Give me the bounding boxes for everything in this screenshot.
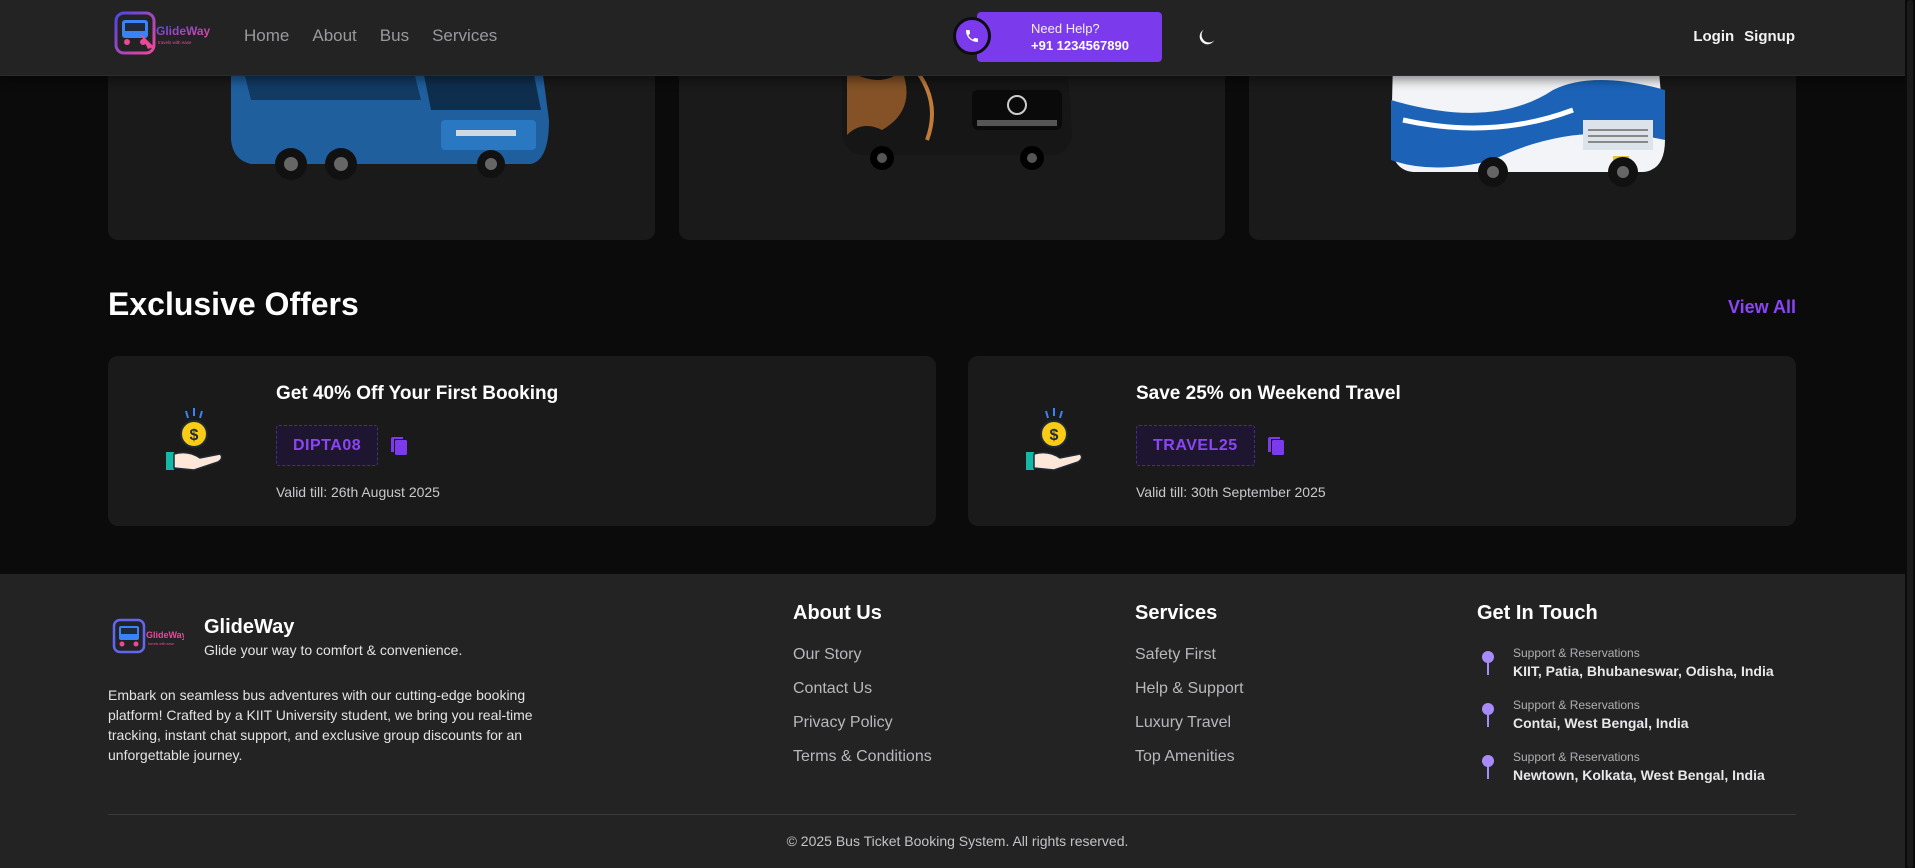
help-title: Need Help? bbox=[1031, 21, 1100, 36]
contact-label: Support & Reservations bbox=[1513, 750, 1640, 764]
footer-services-column: Services Safety First Help & Support Lux… bbox=[1135, 602, 1244, 782]
contact-address: Contai, West Bengal, India bbox=[1513, 715, 1689, 731]
footer-logo[interactable]: GlideWay travels with ease bbox=[112, 618, 187, 654]
offer-body: Get 40% Off Your First Booking DIPTA08 V… bbox=[276, 383, 558, 500]
footer-services-heading: Services bbox=[1135, 602, 1218, 624]
footer-description: Embark on seamless bus adventures with o… bbox=[108, 687, 533, 763]
nav-services-link[interactable]: Services bbox=[432, 26, 497, 46]
svg-text:$: $ bbox=[190, 427, 199, 444]
help-phone-number[interactable]: +91 1234567890 bbox=[1005, 37, 1162, 54]
money-hand-icon: $ bbox=[1024, 408, 1084, 474]
glideway-logo[interactable]: GlideWay travels with ease bbox=[114, 11, 216, 55]
footer-copyright: © 2025 Bus Ticket Booking System. All ri… bbox=[786, 833, 1129, 849]
contact-address: KIIT, Patia, Bhubaneswar, Odisha, India bbox=[1513, 663, 1774, 679]
contact-label: Support & Reservations bbox=[1513, 698, 1640, 712]
contact-label: Support & Reservations bbox=[1513, 646, 1640, 660]
contact-item: Support & Reservations KIIT, Patia, Bhub… bbox=[1477, 646, 1774, 698]
location-pin-icon bbox=[1482, 651, 1494, 675]
site-footer: GlideWay travels with ease GlideWay Glid… bbox=[0, 574, 1915, 868]
offer-title: Get 40% Off Your First Booking bbox=[276, 383, 559, 404]
logo-text: GlideWay bbox=[156, 24, 211, 38]
main-nav: Home About Bus Services bbox=[244, 26, 497, 46]
footer-divider bbox=[108, 814, 1796, 815]
offer-card: $ Get 40% Off Your First Booking DIPTA08… bbox=[108, 356, 936, 526]
contact-item: Support & Reservations Newtown, Kolkata,… bbox=[1477, 750, 1774, 802]
footer-link-help-support[interactable]: Help & Support bbox=[1135, 680, 1244, 698]
signup-link[interactable]: Signup bbox=[1744, 28, 1795, 45]
nav-about-link[interactable]: About bbox=[312, 26, 356, 46]
footer-tagline: Glide your way to comfort & convenience. bbox=[204, 642, 463, 658]
bus-cards-row bbox=[108, 60, 1797, 240]
footer-link-top-amenities[interactable]: Top Amenities bbox=[1135, 748, 1244, 766]
bus-image-blue-double-decker bbox=[231, 60, 550, 180]
bus-image-white-blue bbox=[1390, 60, 1665, 187]
coupon-row: DIPTA08 bbox=[276, 425, 558, 466]
bus-card-3[interactable] bbox=[1249, 60, 1797, 240]
coupon-row: TRAVEL25 bbox=[1136, 425, 1401, 466]
offer-validity: Valid till: 26th August 2025 bbox=[276, 484, 440, 500]
location-pin-icon bbox=[1482, 703, 1494, 727]
offer-body: Save 25% on Weekend Travel TRAVEL25 Vali… bbox=[1136, 383, 1401, 500]
footer-about-column: About Us Our Story Contact Us Privacy Po… bbox=[793, 602, 932, 782]
bus-image-luxury-black bbox=[842, 60, 1072, 170]
moon-icon[interactable] bbox=[1196, 26, 1218, 48]
footer-link-privacy-policy[interactable]: Privacy Policy bbox=[793, 714, 932, 732]
footer-contact-heading: Get In Touch bbox=[1477, 602, 1598, 624]
bus-card-2[interactable] bbox=[678, 60, 1226, 240]
contact-address: Newtown, Kolkata, West Bengal, India bbox=[1513, 767, 1765, 783]
login-link[interactable]: Login bbox=[1693, 28, 1734, 45]
svg-text:travels with ease: travels with ease bbox=[148, 642, 174, 646]
copy-icon[interactable] bbox=[1267, 436, 1285, 456]
location-pin-icon bbox=[1482, 755, 1494, 779]
help-text-box: Need Help? +91 1234567890 bbox=[977, 12, 1162, 62]
money-hand-icon: $ bbox=[164, 408, 224, 474]
offer-title: Save 25% on Weekend Travel bbox=[1136, 383, 1401, 404]
nav-home-link[interactable]: Home bbox=[244, 26, 289, 46]
footer-brand-name: GlideWay bbox=[204, 616, 295, 638]
offers-section-title: Exclusive Offers bbox=[108, 286, 359, 322]
bus-card-1[interactable] bbox=[108, 60, 655, 240]
footer-link-luxury-travel[interactable]: Luxury Travel bbox=[1135, 714, 1244, 732]
nav-bus-link[interactable]: Bus bbox=[380, 26, 409, 46]
coupon-code[interactable]: TRAVEL25 bbox=[1136, 425, 1255, 466]
footer-link-terms[interactable]: Terms & Conditions bbox=[793, 748, 932, 766]
offer-card: $ Save 25% on Weekend Travel TRAVEL25 Va… bbox=[968, 356, 1796, 526]
copy-icon[interactable] bbox=[390, 436, 408, 456]
svg-text:GlideWay: GlideWay bbox=[146, 630, 184, 640]
contact-item: Support & Reservations Contai, West Beng… bbox=[1477, 698, 1774, 750]
footer-link-contact-us[interactable]: Contact Us bbox=[793, 680, 932, 698]
page: GlideWay travels with ease Home About Bu… bbox=[0, 0, 1915, 868]
logo-subtext: travels with ease bbox=[158, 40, 192, 45]
page-scrollbar[interactable] bbox=[1905, 0, 1915, 868]
scrollbar-thumb[interactable] bbox=[1907, 0, 1913, 868]
phone-icon bbox=[953, 17, 991, 55]
coupon-code[interactable]: DIPTA08 bbox=[276, 425, 379, 466]
auth-links: Login Signup bbox=[1693, 28, 1795, 45]
footer-contact-column: Get In Touch Support & Reservations KIIT… bbox=[1477, 602, 1774, 802]
svg-text:$: $ bbox=[1050, 427, 1059, 444]
footer-link-safety-first[interactable]: Safety First bbox=[1135, 646, 1244, 664]
offer-validity: Valid till: 30th September 2025 bbox=[1136, 484, 1326, 500]
footer-link-our-story[interactable]: Our Story bbox=[793, 646, 932, 664]
view-all-offers-link[interactable]: View All bbox=[1728, 297, 1796, 318]
top-navbar: GlideWay travels with ease Home About Bu… bbox=[0, 0, 1915, 76]
footer-about-heading: About Us bbox=[793, 602, 882, 624]
